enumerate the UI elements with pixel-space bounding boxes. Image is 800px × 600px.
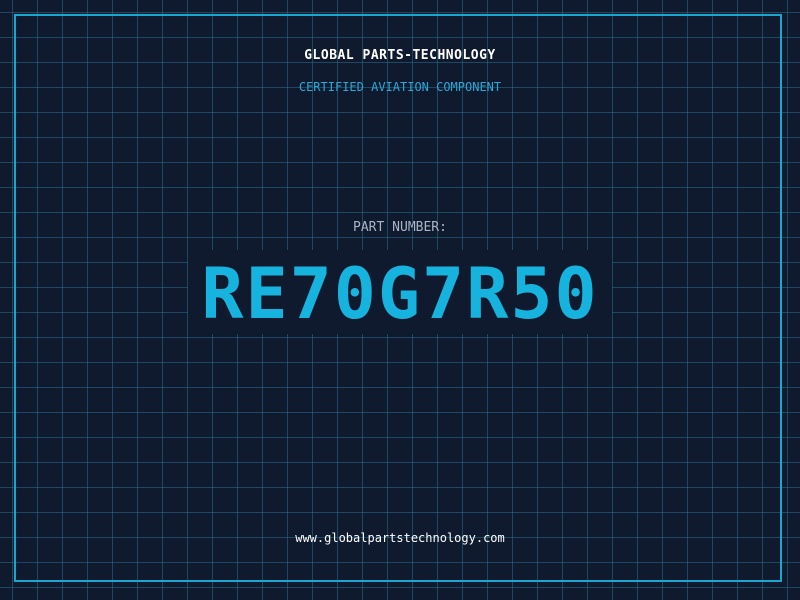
part-number-label: PART NUMBER: <box>353 220 447 235</box>
company-name: GLOBAL PARTS-TECHNOLOGY <box>304 48 496 63</box>
part-number-value: RE70G7R50 <box>201 253 599 335</box>
certification-subtitle: CERTIFIED AVIATION COMPONENT <box>298 80 502 94</box>
website-url: www.globalpartstechnology.com <box>295 531 505 545</box>
part-card: GLOBAL PARTS-TECHNOLOGY CERTIFIED AVIATI… <box>0 0 800 600</box>
